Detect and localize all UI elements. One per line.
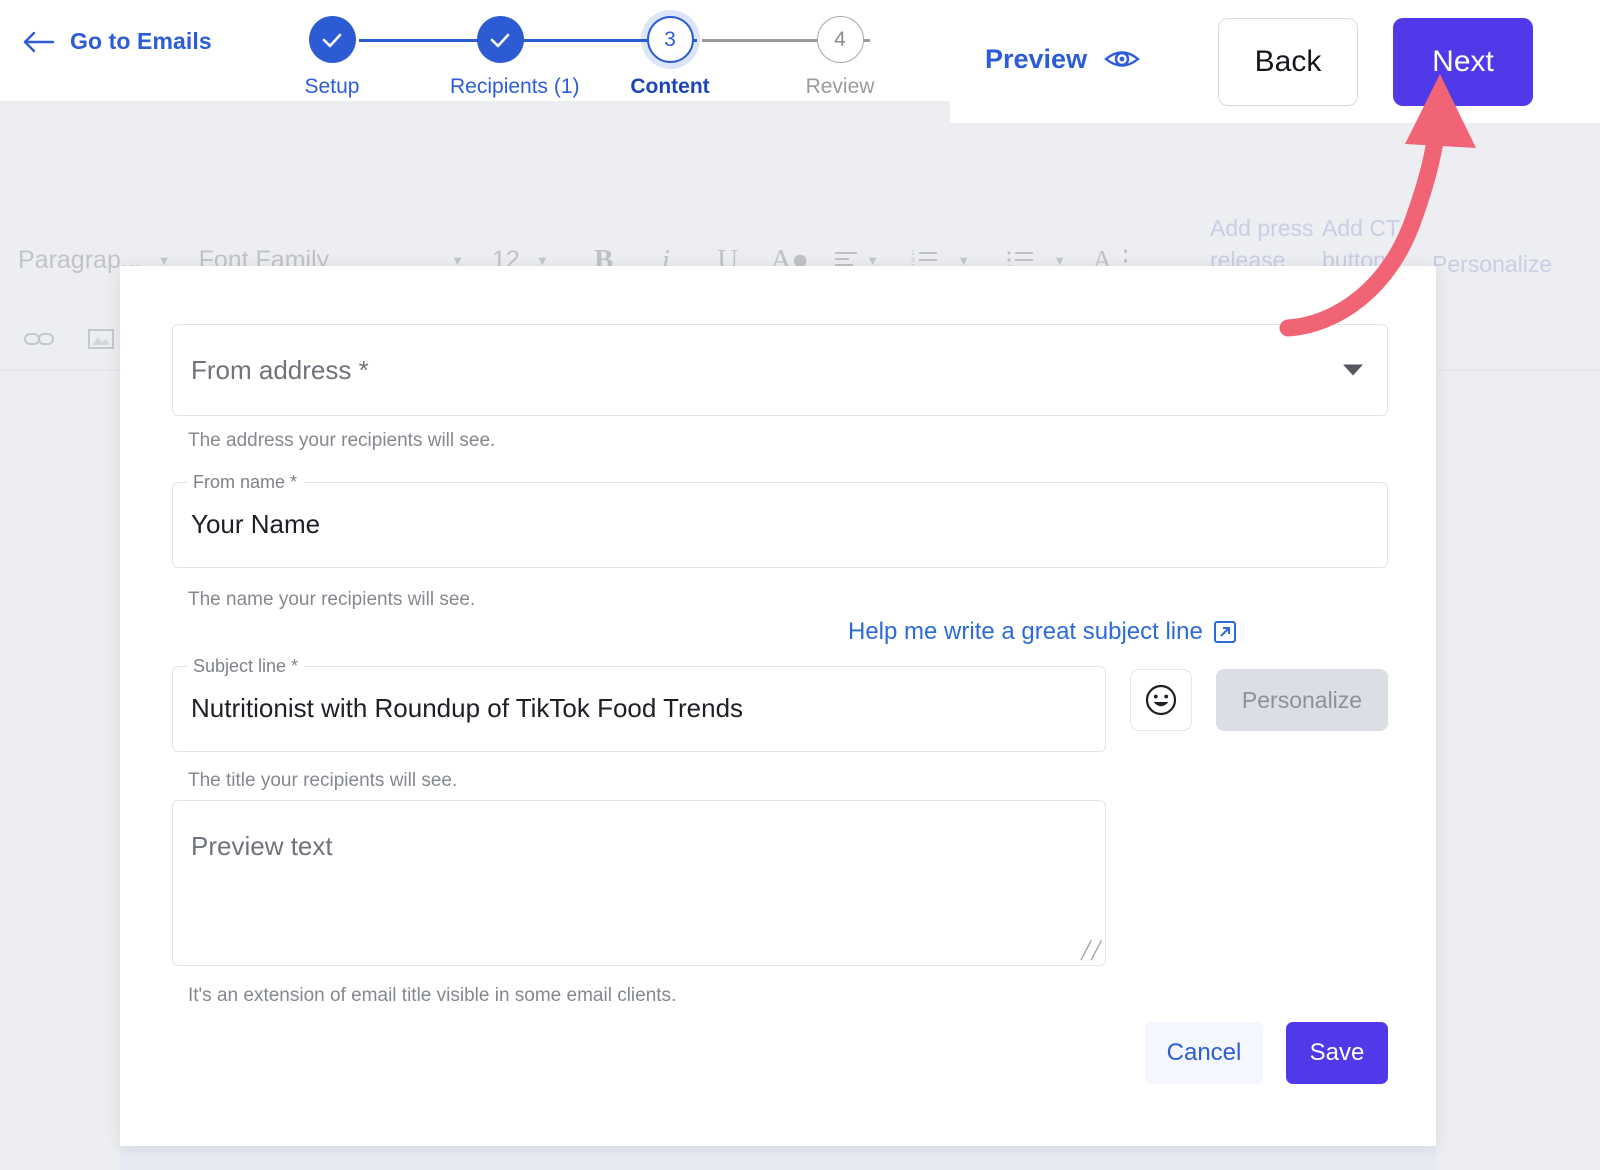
subject-personalize-button[interactable]: Personalize	[1216, 669, 1388, 731]
eye-icon	[1104, 51, 1140, 67]
step-circle-done	[308, 16, 356, 63]
svg-text:2: 2	[911, 257, 915, 264]
go-to-emails-link[interactable]: Go to Emails	[22, 28, 212, 55]
editor-personalize-button[interactable]: Personalize	[1432, 248, 1600, 280]
from-name-field[interactable]: From name * Your Name	[172, 472, 1388, 568]
subject-line-helper: The title your recipients will see.	[188, 770, 458, 791]
from-name-value: Your Name	[191, 509, 321, 539]
step-circle-todo: 4	[816, 16, 864, 63]
help-link-label: Help me write a great subject line	[848, 618, 1203, 645]
stepper-step-setup[interactable]: Setup	[282, 16, 382, 99]
step-label-recipients: Recipients (1)	[450, 75, 580, 98]
email-settings-modal: From address * The address your recipien…	[120, 266, 1436, 1146]
insert-link-button[interactable]	[8, 313, 70, 365]
resize-handle[interactable]: ╱╱	[1081, 942, 1101, 959]
stepper-step-content[interactable]: 3 Content	[620, 16, 720, 99]
app-root: Paragrap... ▼ Font Family ▼ 12 ▼ B i U A…	[0, 0, 1600, 1170]
arrow-left-icon	[23, 31, 55, 52]
save-button[interactable]: Save	[1286, 1022, 1388, 1084]
subject-line-field[interactable]: Subject line * Nutritionist with Roundup…	[172, 656, 1106, 752]
wizard-stepper: Setup Recipients (1) 3 Content 4 Review	[282, 8, 952, 99]
stepper-step-recipients[interactable]: Recipients (1)	[450, 16, 580, 99]
link-icon	[24, 333, 54, 345]
step-label-content: Content	[630, 75, 710, 98]
help-write-subject-line-link[interactable]: Help me write a great subject line	[848, 618, 1237, 646]
smiley-icon	[1145, 684, 1177, 716]
go-to-emails-label: Go to Emails	[70, 28, 212, 54]
check-icon	[322, 33, 342, 47]
from-address-helper: The address your recipients will see.	[188, 430, 496, 451]
stepper-step-review[interactable]: 4 Review	[790, 16, 890, 99]
external-link-icon	[1213, 621, 1236, 643]
check-icon	[490, 33, 510, 47]
preview-text-helper: It's an extension of email title visible…	[188, 985, 677, 1006]
modal-bottom-strip	[120, 1146, 1436, 1170]
subject-line-value: Nutritionist with Roundup of TikTok Food…	[191, 693, 744, 723]
preview-text-textarea[interactable]: Preview text ╱╱	[172, 800, 1106, 966]
preview-text-placeholder: Preview text	[191, 831, 333, 861]
header-actions: Preview Back Next	[950, 0, 1600, 123]
step-circle-active: 3	[646, 16, 694, 63]
preview-button[interactable]: Preview	[985, 40, 1141, 78]
svg-text:1: 1	[911, 250, 915, 257]
from-address-select[interactable]: From address *	[172, 324, 1388, 416]
subject-line-label: Subject line *	[187, 656, 305, 677]
chevron-down-icon	[1343, 364, 1363, 376]
cancel-button[interactable]: Cancel	[1145, 1022, 1263, 1084]
from-address-placeholder: From address *	[191, 355, 369, 385]
from-name-helper: The name your recipients will see.	[188, 589, 476, 610]
step-label-review: Review	[805, 75, 875, 98]
step-circle-done	[476, 16, 524, 63]
preview-label: Preview	[985, 43, 1088, 74]
emoji-picker-button[interactable]	[1130, 669, 1192, 731]
step-label-setup: Setup	[304, 75, 360, 98]
image-icon	[88, 329, 114, 349]
next-button[interactable]: Next	[1393, 18, 1533, 106]
back-button[interactable]: Back	[1218, 18, 1358, 106]
from-name-label: From name *	[187, 472, 304, 493]
